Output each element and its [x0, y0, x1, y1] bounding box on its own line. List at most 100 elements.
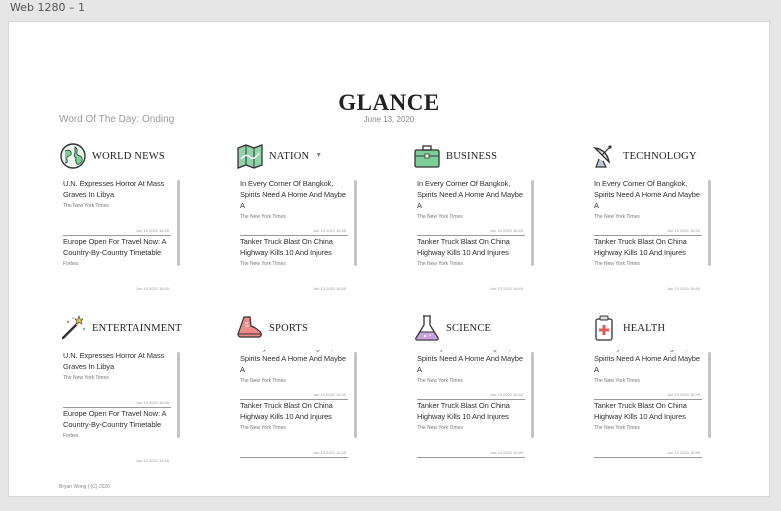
article-card[interactable]: Tanker Truck Blast On China Highway Kill… — [594, 236, 702, 291]
article-source: Forbes — [63, 433, 79, 439]
section-header[interactable]: BUSINESS — [413, 142, 545, 170]
section-header[interactable]: ENTERTAINMENT — [59, 314, 191, 342]
sneaker-icon — [237, 316, 262, 338]
scrollbar[interactable] — [531, 180, 534, 266]
article-headline: In Every Corner Of Bangkok, Spirits Need… — [594, 179, 700, 210]
article-source: Forbes — [63, 261, 79, 267]
section-header[interactable]: WORLD NEWS — [59, 142, 191, 170]
article-source: The New York Times — [63, 375, 109, 381]
article-card[interactable]: In Every Corner Of Bangkok, Spirits Need… — [417, 350, 525, 400]
scrollbar[interactable] — [177, 352, 180, 438]
article-source: The New York Times — [594, 261, 640, 267]
article-card[interactable]: In Every Corner Of Bangkok, Spirits Need… — [417, 178, 525, 236]
globe-icon — [60, 143, 86, 169]
article-source: The New York Times — [594, 425, 640, 431]
section-title: TECHNOLOGY — [623, 151, 697, 162]
section-header[interactable]: NATION ▼ — [236, 142, 368, 170]
article-time: Jun 13 2020 16:45 — [312, 450, 346, 455]
article-headline: Europe Open For Travel Now: A Country-By… — [63, 409, 166, 429]
section-title: NATION ▼ — [269, 151, 323, 162]
article-time: Jun 13 2020 16:45 — [489, 286, 523, 291]
briefcase-icon — [414, 145, 440, 168]
article-card[interactable]: In Every Corner Of Bangkok, Spirits Need… — [240, 350, 348, 400]
scrollbar[interactable] — [354, 180, 357, 266]
article-source: The New York Times — [417, 261, 463, 267]
magic-wand-icon — [61, 315, 86, 340]
article-feed[interactable]: In Every Corner Of Bangkok, Spirits Need… — [417, 350, 539, 463]
article-time: Jun 13 2020 16:45 — [135, 458, 169, 463]
article-time: Jun 13 2020 16:45 — [666, 286, 700, 291]
feed-scroll-content: In Every Corner Of Bangkok, Spirits Need… — [240, 350, 362, 458]
section-header[interactable]: SPORTS — [236, 314, 368, 342]
article-headline: Europe Open For Travel Now: A Country-By… — [63, 237, 166, 257]
feed-scroll-content: In Every Corner Of Bangkok, Spirits Need… — [594, 350, 716, 458]
article-feed[interactable]: In Every Corner Of Bangkok, Spirits Need… — [240, 178, 362, 291]
article-time: Jun 13 2020 16:45 — [489, 228, 523, 233]
article-feed[interactable]: In Every Corner Of Bangkok, Spirits Need… — [594, 350, 716, 463]
article-time: Jun 13 2020 16:45 — [666, 392, 700, 397]
article-source: The New York Times — [240, 378, 286, 384]
article-feed[interactable]: In Every Corner Of Bangkok, Spirits Need… — [594, 178, 716, 291]
section-header[interactable]: TECHNOLOGY — [590, 142, 722, 170]
article-time: Jun 13 2020 16:45 — [312, 392, 346, 397]
article-card[interactable]: In Every Corner Of Bangkok, Spirits Need… — [594, 178, 702, 236]
article-headline: In Every Corner Of Bangkok, Spirits Need… — [240, 350, 346, 374]
section-header[interactable]: HEALTH — [590, 314, 722, 342]
artboard: GLANCE June 13, 2020 Word Of The Day: On… — [8, 21, 770, 497]
word-of-the-day[interactable]: Word Of The Day: Onding — [59, 114, 174, 125]
article-source: The New York Times — [594, 214, 640, 220]
article-source: The New York Times — [594, 378, 640, 384]
article-card[interactable]: Tanker Truck Blast On China Highway Kill… — [594, 400, 702, 458]
article-source: The New York Times — [240, 261, 286, 267]
article-source: The New York Times — [417, 425, 463, 431]
article-feed[interactable]: U.N. Expresses Horror At Mass Graves In … — [63, 350, 185, 463]
article-headline: In Every Corner Of Bangkok, Spirits Need… — [594, 350, 700, 374]
scrollbar[interactable] — [177, 180, 180, 266]
section-title: ENTERTAINMENT — [92, 323, 182, 334]
footer-copyright: Bryan Wong | (C) 2020 — [59, 484, 110, 490]
article-card[interactable]: In Every Corner Of Bangkok, Spirits Need… — [594, 350, 702, 400]
article-time: Jun 13 2020 16:45 — [135, 286, 169, 291]
article-source: The New York Times — [417, 214, 463, 220]
medical-kit-icon — [595, 315, 613, 341]
article-feed[interactable]: In Every Corner Of Bangkok, Spirits Need… — [240, 350, 362, 463]
article-time: Jun 13 2020 16:45 — [489, 450, 523, 455]
article-headline: In Every Corner Of Bangkok, Spirits Need… — [417, 179, 523, 210]
dropdown-caret-icon[interactable]: ▼ — [315, 151, 322, 159]
article-time: Jun 13 2020 16:45 — [666, 450, 700, 455]
section-title: SPORTS — [269, 323, 309, 334]
page-title: GLANCE — [338, 90, 440, 115]
article-card[interactable]: Tanker Truck Blast On China Highway Kill… — [240, 400, 348, 458]
article-headline: Tanker Truck Blast On China Highway Kill… — [417, 401, 510, 421]
article-source: The New York Times — [417, 378, 463, 384]
article-time: Jun 13 2020 16:45 — [666, 228, 700, 233]
article-feed[interactable]: In Every Corner Of Bangkok, Spirits Need… — [417, 178, 539, 291]
article-feed[interactable]: U.N. Expresses Horror At Mass Graves In … — [63, 178, 185, 291]
article-headline: U.N. Expresses Horror At Mass Graves In … — [63, 351, 165, 371]
article-card[interactable]: U.N. Expresses Horror At Mass Graves In … — [63, 178, 171, 236]
article-headline: In Every Corner Of Bangkok, Spirits Need… — [417, 350, 523, 374]
map-icon — [237, 144, 263, 169]
scrollbar[interactable] — [708, 180, 711, 266]
section-title: WORLD NEWS — [92, 151, 165, 162]
article-card[interactable]: Europe Open For Travel Now: A Country-By… — [63, 236, 171, 291]
article-card[interactable]: Tanker Truck Blast On China Highway Kill… — [417, 236, 525, 291]
section-title: SCIENCE — [446, 323, 492, 334]
section-header[interactable]: SCIENCE — [413, 314, 545, 342]
article-headline: Tanker Truck Blast On China Highway Kill… — [594, 237, 687, 257]
artboard-label: Web 1280 – 1 — [10, 1, 85, 14]
article-card[interactable]: Europe Open For Travel Now: A Country-By… — [63, 408, 171, 463]
article-source: The New York Times — [240, 214, 286, 220]
section-title: HEALTH — [623, 323, 666, 334]
article-time: Jun 13 2020 16:45 — [312, 286, 346, 291]
article-headline: In Every Corner Of Bangkok, Spirits Need… — [240, 179, 346, 210]
article-headline: Tanker Truck Blast On China Highway Kill… — [240, 401, 333, 421]
section-title: BUSINESS — [446, 151, 498, 162]
article-headline: Tanker Truck Blast On China Highway Kill… — [240, 237, 333, 257]
article-card[interactable]: Tanker Truck Blast On China Highway Kill… — [417, 400, 525, 458]
article-card[interactable]: U.N. Expresses Horror At Mass Graves In … — [63, 350, 171, 408]
article-card[interactable]: In Every Corner Of Bangkok, Spirits Need… — [240, 178, 348, 236]
article-card[interactable]: Tanker Truck Blast On China Highway Kill… — [240, 236, 348, 291]
article-headline: Tanker Truck Blast On China Highway Kill… — [417, 237, 510, 257]
article-time: Jun 13 2020 16:45 — [312, 228, 346, 233]
